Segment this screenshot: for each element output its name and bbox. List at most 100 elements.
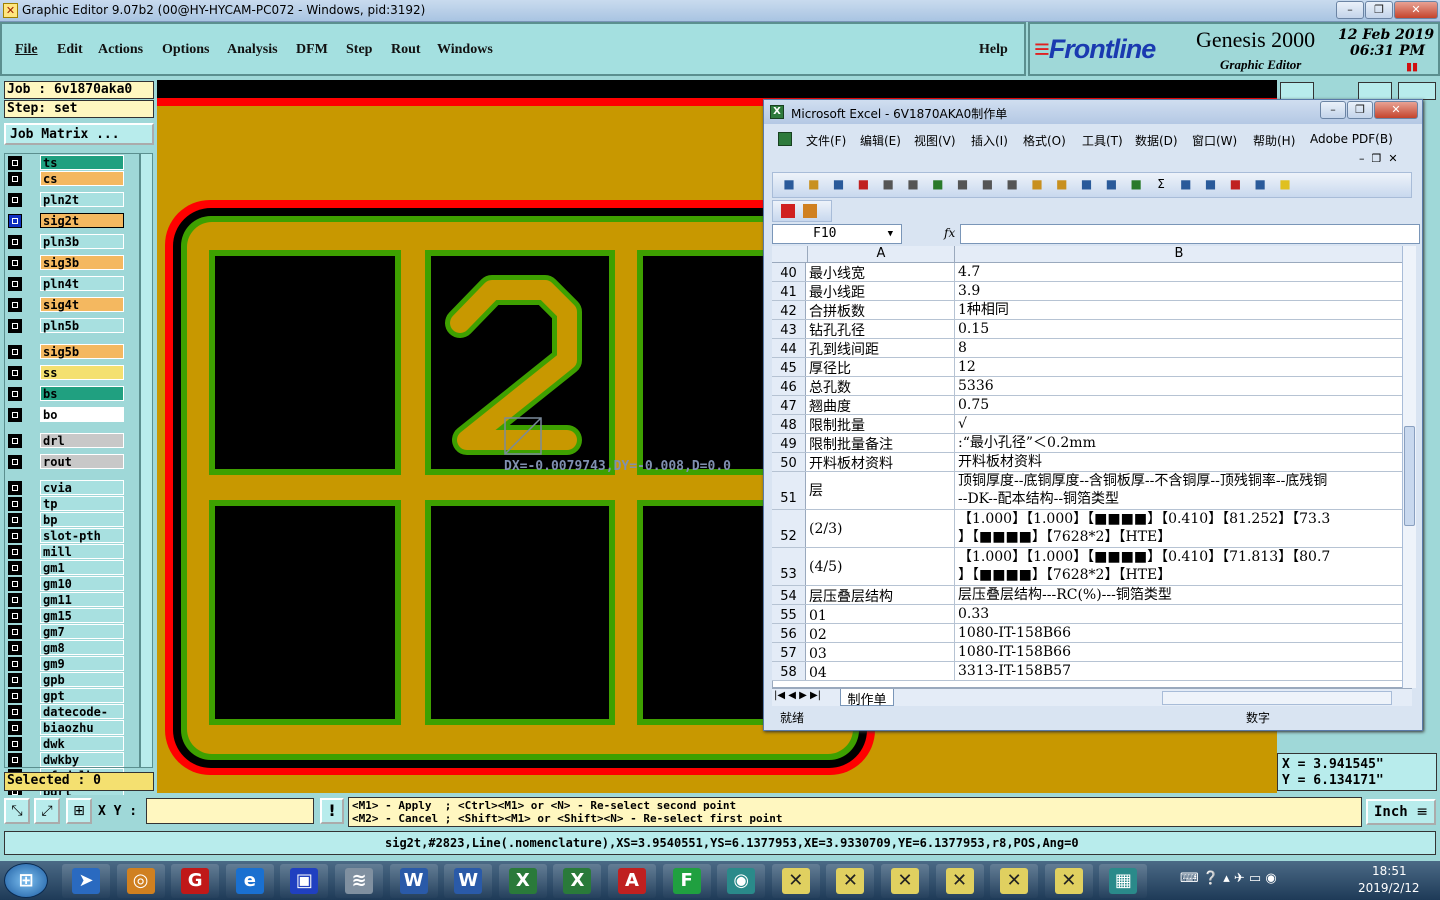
maximize-button[interactable]: ❐ [1365, 1, 1393, 19]
layer-checkbox[interactable] [8, 721, 22, 735]
excel-icon[interactable]: X [553, 864, 602, 898]
layer-name[interactable]: gm8 [40, 640, 124, 655]
layer-checkbox[interactable] [8, 256, 22, 270]
excel-menu-item[interactable]: 视图(V) [914, 132, 956, 149]
excel-icon[interactable]: X [498, 864, 547, 898]
excel-menu-item[interactable]: 插入(I) [971, 132, 1008, 149]
row-number[interactable]: 54 [772, 586, 806, 604]
cell-a[interactable]: 01 [807, 605, 955, 623]
grid-icon[interactable]: ⊞ [66, 798, 92, 824]
genesis-window-icon[interactable]: ✕ [990, 864, 1039, 898]
layer-name[interactable]: slot-pth [40, 528, 124, 543]
menu-file[interactable]: File [15, 42, 38, 58]
row-number[interactable]: 57 [772, 643, 806, 661]
layer-checkbox[interactable] [8, 577, 22, 591]
layer-row-cvia[interactable]: cvia [6, 480, 124, 496]
chevron-down-icon[interactable]: ▼ [888, 225, 893, 243]
layer-checkbox[interactable] [8, 641, 22, 655]
paste-icon[interactable]: ■ [1028, 177, 1046, 193]
vertical-scrollbar[interactable] [1402, 246, 1416, 688]
genesis-window-icon[interactable]: ✕ [935, 864, 984, 898]
cell-b[interactable]: 3.9 [956, 282, 1400, 300]
layer-checkbox[interactable] [8, 705, 22, 719]
genesis-window-icon[interactable]: ✕ [826, 864, 875, 898]
table-row[interactable]: 43 钻孔孔径 0.15 [772, 320, 1412, 339]
layer-name[interactable]: pln5b [40, 318, 124, 333]
layer-name[interactable]: pln2t [40, 192, 124, 207]
layer-row-sig2t[interactable]: sig2t [6, 213, 124, 229]
fill-color-icon[interactable]: ■ [1276, 177, 1294, 193]
permission-icon[interactable]: ■ [854, 177, 872, 193]
row-number[interactable]: 45 [772, 358, 806, 376]
close-button[interactable]: ✕ [1394, 1, 1438, 19]
layer-checkbox[interactable] [8, 593, 22, 607]
layer-name[interactable]: datecode-pth [40, 704, 124, 734]
table-row[interactable]: 44 孔到线间距 8 [772, 339, 1412, 358]
row-number[interactable]: 52 [772, 510, 806, 547]
cell-a[interactable]: (4/5) [807, 548, 955, 585]
layer-name[interactable]: sig2t [40, 213, 124, 228]
genesis-window-icon[interactable]: ✕ [881, 864, 929, 898]
layer-row-gpb[interactable]: gpb [6, 672, 124, 688]
column-header-a[interactable]: A [807, 246, 955, 263]
fx-icon[interactable]: fx [944, 226, 955, 240]
layer-checkbox[interactable] [8, 298, 22, 312]
excel-menu-item[interactable]: 窗口(W) [1192, 132, 1237, 149]
row-number[interactable]: 41 [772, 282, 806, 300]
clock-time[interactable]: 18:51 [1372, 864, 1407, 878]
shell-app-icon[interactable]: ◎ [116, 864, 165, 898]
layer-row-gm8[interactable]: gm8 [6, 640, 124, 656]
menu-analysis[interactable]: Analysis [227, 42, 278, 58]
job-matrix-button[interactable]: Job Matrix ... [4, 123, 154, 145]
layer-name[interactable]: sig3b [40, 255, 124, 270]
cell-a[interactable]: 限制批量备注 [807, 434, 955, 452]
cell-a[interactable]: 钻孔孔径 [807, 320, 955, 338]
menu-dfm[interactable]: DFM [296, 42, 328, 58]
drawing-icon[interactable]: ■ [1251, 177, 1269, 193]
menu-windows[interactable]: Windows [437, 42, 493, 58]
unit-selector[interactable]: Inch ≡ [1366, 799, 1436, 825]
row-number[interactable]: 56 [772, 624, 806, 642]
layer-row-gm11[interactable]: gm11 [6, 592, 124, 608]
layer-checkbox[interactable] [8, 455, 22, 469]
cell-b[interactable]: 顶铜厚度--底铜厚度--含铜板厚--不含铜厚--顶残铜率--底残铜 --DK--配… [956, 472, 1400, 509]
print-preview-icon[interactable]: ■ [904, 177, 922, 193]
layer-checkbox[interactable] [8, 481, 22, 495]
layer-checkbox[interactable] [8, 172, 22, 186]
cell-a[interactable]: 层 [807, 472, 955, 509]
cell-a[interactable]: 最小线宽 [807, 263, 955, 281]
sort-asc-icon[interactable]: ■ [1177, 177, 1195, 193]
layer-row-ts[interactable]: ts [6, 155, 124, 171]
cell-a[interactable]: 合拼板数 [807, 301, 955, 319]
genesis-window-icon[interactable]: ✕ [771, 864, 820, 898]
layer-checkbox[interactable] [8, 366, 22, 380]
save-disk-icon[interactable]: ▣ [280, 864, 329, 898]
layer-name[interactable]: pln4t [40, 276, 124, 291]
layer-checkbox[interactable] [8, 529, 22, 543]
cell-b[interactable]: :“最小孔径”＜0.2mm [956, 434, 1400, 452]
layer-row-tp[interactable]: tp [6, 496, 124, 512]
layer-checkbox[interactable] [8, 513, 22, 527]
row-number[interactable]: 48 [772, 415, 806, 433]
eye-app-icon[interactable]: ◉ [717, 864, 766, 898]
menu-help[interactable]: Help [979, 42, 1008, 58]
layer-row-datecode-pth[interactable]: datecode-pth [6, 704, 124, 734]
chart-icon[interactable]: ■ [1226, 177, 1244, 193]
table-row[interactable]: 51 层顶铜厚度--底铜厚度--含铜板厚--不含铜厚--顶残铜率--底残铜 --DK… [772, 472, 1412, 510]
cell-a[interactable]: (2/3) [807, 510, 955, 547]
scroll-thumb[interactable] [1404, 426, 1415, 526]
undo-icon[interactable]: ■ [1078, 177, 1096, 193]
cell-a[interactable]: 层压叠层结构 [807, 586, 955, 604]
table-row[interactable]: 41 最小线距 3.9 [772, 282, 1412, 301]
save-icon[interactable]: ■ [830, 177, 848, 193]
cell-b[interactable]: 5336 [956, 377, 1400, 395]
layer-row-cs[interactable]: cs [6, 171, 124, 187]
table-row[interactable]: 45 厚径比 12 [772, 358, 1412, 377]
cell-b[interactable]: 0.15 [956, 320, 1400, 338]
layer-checkbox[interactable] [8, 689, 22, 703]
word-icon[interactable]: W [389, 864, 438, 898]
cell-a[interactable]: 04 [807, 662, 955, 680]
layer-row-gm15[interactable]: gm15 [6, 608, 124, 624]
layer-name[interactable]: gm11 [40, 592, 124, 607]
layer-name[interactable]: gm1 [40, 560, 124, 575]
